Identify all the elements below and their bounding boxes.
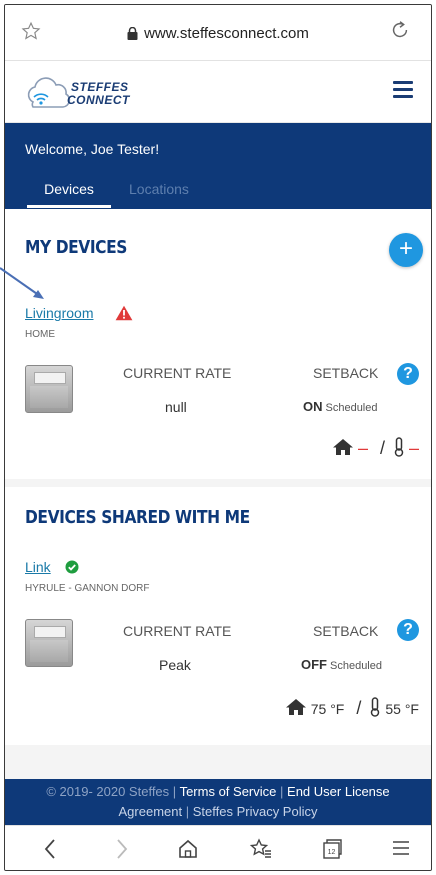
footer-line-1: © 2019- 2020 Steffes | Terms of Service … [5, 782, 431, 802]
shared-setback-state: OFF [301, 657, 327, 672]
shared-devices-card: DEVICES SHARED WITH ME Link HYRULE - GAN… [5, 487, 431, 745]
shared-outdoor-temp: 55 °F [385, 700, 419, 717]
welcome-text: Welcome, Joe Tester! [25, 141, 160, 157]
shared-temperature-readout: 75 °F / 55 °F [285, 697, 423, 720]
tab-devices[interactable]: Devices [27, 181, 111, 208]
footer-divider: | [172, 784, 177, 799]
my-devices-card: MY DEVICES + Livingroom HOME CURRENT RAT… [5, 209, 431, 479]
url-field[interactable]: www.steffesconnect.com [5, 25, 431, 44]
house-icon [285, 698, 307, 719]
shared-indoor-temp: 75 °F [310, 700, 345, 717]
add-device-button[interactable]: + [389, 233, 423, 267]
reload-icon[interactable] [389, 19, 411, 46]
footer-line-2: Agreement | Steffes Privacy Policy [5, 802, 431, 822]
shared-setback-status: OFF Scheduled [301, 657, 382, 672]
terms-of-service-link[interactable]: Terms of Service [180, 784, 277, 799]
shared-setback-label: SETBACK [313, 623, 379, 639]
setback-help-icon[interactable]: ? [397, 363, 419, 385]
shared-setback-mode: Scheduled [330, 660, 382, 672]
phone-screen: www.steffesconnect.com STEFFES CONNECT W… [4, 4, 432, 871]
privacy-policy-link[interactable]: Steffes Privacy Policy [193, 804, 318, 819]
device-name-link[interactable]: Link [25, 559, 51, 575]
shared-devices-title: DEVICES SHARED WITH ME [25, 507, 250, 528]
eula-link[interactable]: End User License [287, 784, 390, 799]
device-location: HOME [25, 329, 55, 340]
shared-device-location: HYRULE - GANNON DORF [25, 583, 150, 594]
forward-icon[interactable] [115, 838, 129, 865]
hamburger-menu-icon[interactable] [393, 81, 413, 99]
check-circle-icon [65, 560, 79, 579]
back-icon[interactable] [43, 838, 57, 865]
eula-link-continued[interactable]: Agreement [119, 804, 183, 819]
steffes-connect-logo[interactable]: STEFFES CONNECT [23, 74, 147, 110]
house-icon [332, 438, 354, 459]
indoor-temp: – [357, 438, 368, 458]
shared-setback-help-icon[interactable]: ? [397, 619, 419, 641]
browser-url-bar: www.steffesconnect.com [5, 5, 431, 61]
warning-icon [115, 305, 133, 326]
footer-copyright: © 2019- 2020 Steffes [46, 784, 170, 799]
device-name-livingroom[interactable]: Livingroom [25, 305, 93, 321]
svg-text:12: 12 [328, 849, 336, 856]
logo-line1: STEFFES [71, 80, 129, 94]
tabs-icon[interactable]: 12 [321, 838, 343, 865]
welcome-bar: Welcome, Joe Tester! Devices Locations [5, 123, 431, 209]
shared-current-rate-value: Peak [159, 657, 191, 673]
url-text: www.steffesconnect.com [144, 25, 309, 42]
shared-temp-separator: / [356, 698, 362, 718]
shared-current-rate-label: CURRENT RATE [123, 623, 232, 639]
menu-icon[interactable] [391, 838, 411, 863]
tab-locations[interactable]: Locations [129, 181, 189, 197]
my-devices-title: MY DEVICES [25, 237, 127, 258]
devices-content: MY DEVICES + Livingroom HOME CURRENT RAT… [5, 209, 431, 779]
logo-line2: CONNECT [67, 93, 130, 107]
setback-state: ON [303, 399, 323, 414]
thermometer-icon [393, 437, 405, 460]
current-rate-value: null [165, 399, 187, 415]
setback-status: ON Scheduled [303, 399, 378, 414]
outdoor-temp: – [408, 438, 419, 458]
bookmarks-icon[interactable] [249, 838, 273, 865]
footer-divider: | [185, 804, 190, 819]
site-header: STEFFES CONNECT [5, 61, 431, 123]
current-rate-label: CURRENT RATE [123, 365, 232, 381]
temp-separator: / [379, 438, 385, 458]
shared-device-thumbnail [25, 619, 73, 667]
setback-label: SETBACK [313, 365, 379, 381]
thermometer-icon [369, 697, 381, 720]
lock-icon [127, 26, 138, 44]
temperature-readout: – / – [332, 437, 423, 460]
home-icon[interactable] [177, 838, 199, 865]
device-thumbnail [25, 365, 73, 413]
footer-divider: | [280, 784, 284, 799]
browser-bottom-nav: 12 [5, 825, 431, 870]
setback-mode: Scheduled [325, 402, 378, 414]
site-footer: © 2019- 2020 Steffes | Terms of Service … [5, 779, 431, 825]
